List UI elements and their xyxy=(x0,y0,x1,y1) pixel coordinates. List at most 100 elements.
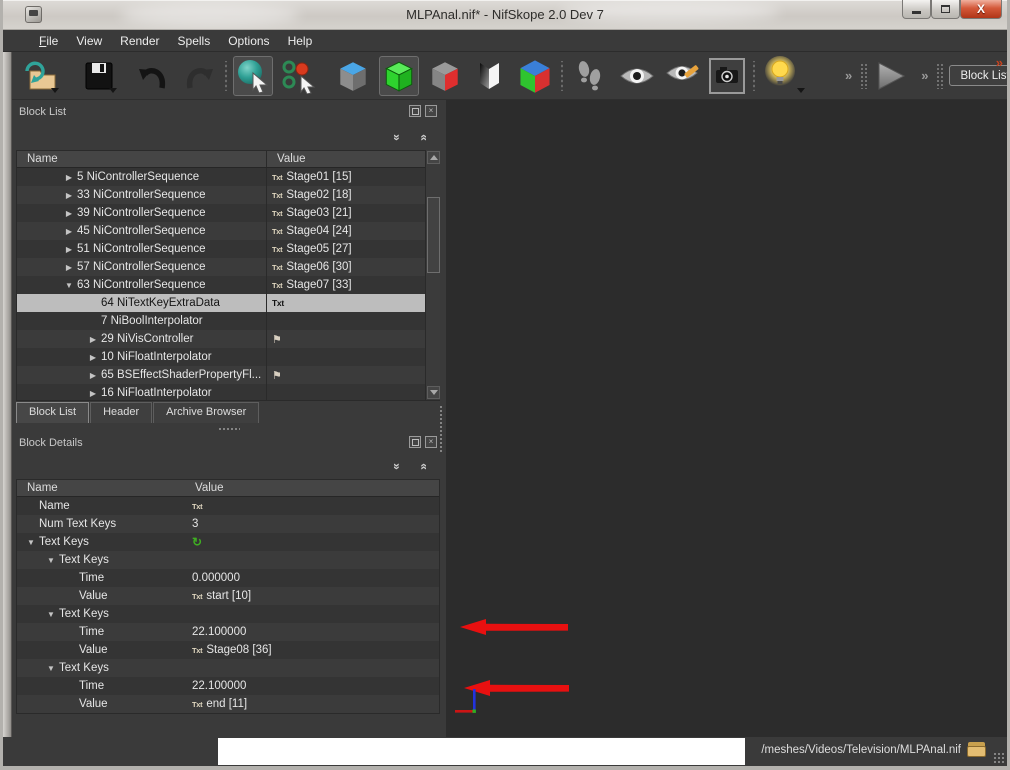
scroll-down-button[interactable] xyxy=(427,386,440,399)
dock-viewport-splitter[interactable] xyxy=(439,405,444,453)
play-button[interactable] xyxy=(871,56,911,96)
table-row[interactable]: 64 NiTextKeyExtraData Txt xyxy=(17,294,439,312)
table-row[interactable]: ▶ 33 NiControllerSequence Txt Stage02 [1… xyxy=(17,186,439,204)
table-row[interactable]: 7 NiBoolInterpolator xyxy=(17,312,439,330)
rgb-cube-button[interactable] xyxy=(515,56,555,96)
tab-block-list[interactable]: Block List xyxy=(16,402,89,423)
maximize-button[interactable] xyxy=(931,0,960,19)
table-row[interactable]: ▶ 65 BSEffectShaderPropertyFl... ⚑ xyxy=(17,366,439,384)
menu-render[interactable]: Render xyxy=(111,32,168,50)
table-row[interactable]: ▶ 45 NiControllerSequence Txt Stage04 [2… xyxy=(17,222,439,240)
expander-icon[interactable]: ▶ xyxy=(61,209,77,218)
table-row[interactable]: ▶ 39 NiControllerSequence Txt Stage03 [2… xyxy=(17,204,439,222)
column-header-name[interactable]: Name xyxy=(17,151,267,167)
green-cube-button[interactable] xyxy=(379,56,419,96)
table-row[interactable]: ▼ Text Keys xyxy=(17,551,439,569)
table-row[interactable]: Time 22.100000 xyxy=(17,677,439,695)
vertical-scrollbar[interactable] xyxy=(425,150,440,400)
scroll-up-button[interactable] xyxy=(427,151,440,164)
save-button[interactable] xyxy=(79,56,119,96)
open-folder-button[interactable] xyxy=(967,742,987,758)
table-row[interactable]: Value Txt end [11] xyxy=(17,695,439,713)
toolbar-extension-icon[interactable]: » xyxy=(845,68,852,83)
axis-origin-dot xyxy=(473,710,476,713)
tab-archive-browser[interactable]: Archive Browser xyxy=(153,402,259,423)
collapse-down-button[interactable]: » xyxy=(390,130,405,145)
tab-header[interactable]: Header xyxy=(90,402,152,423)
screenshot-button[interactable] xyxy=(707,56,747,96)
minimize-button[interactable] xyxy=(902,0,931,19)
collapse-down-button[interactable]: » xyxy=(390,459,405,474)
expander-icon[interactable]: ▼ xyxy=(43,556,59,565)
expander-icon[interactable]: ▶ xyxy=(61,191,77,200)
toolbar-overflow-icon[interactable]: » xyxy=(996,55,1003,70)
expander-icon[interactable]: ▼ xyxy=(43,664,59,673)
table-row[interactable]: ▶ 16 NiFloatInterpolator xyxy=(17,384,439,401)
column-header-value[interactable]: Value xyxy=(267,151,306,167)
resize-grip[interactable] xyxy=(993,752,1005,764)
menu-help[interactable]: Help xyxy=(279,32,322,50)
lighting-button[interactable] xyxy=(761,56,801,96)
panel-splitter-handle[interactable] xyxy=(218,427,240,432)
select-vertex-button[interactable] xyxy=(279,56,319,96)
expander-icon[interactable]: ▼ xyxy=(43,610,59,619)
red-cube-button[interactable] xyxy=(425,56,465,96)
select-object-button[interactable] xyxy=(233,56,273,96)
undo-button[interactable] xyxy=(133,56,173,96)
collapse-up-button[interactable]: » xyxy=(415,130,430,145)
normals-button[interactable] xyxy=(469,56,509,96)
expander-icon[interactable]: ▶ xyxy=(61,227,77,236)
expander-icon[interactable]: ▶ xyxy=(85,371,101,380)
table-row[interactable]: ▶ 5 NiControllerSequence Txt Stage01 [15… xyxy=(17,168,439,186)
expander-icon[interactable]: ▶ xyxy=(61,245,77,254)
table-header[interactable]: Name Value xyxy=(17,480,439,497)
collapsed-dock-strip[interactable] xyxy=(3,52,12,766)
table-row[interactable]: ▶ 29 NiVisController ⚑ xyxy=(17,330,439,348)
table-row[interactable]: ▶ 10 NiFloatInterpolator xyxy=(17,348,439,366)
table-row[interactable]: Num Text Keys 3 xyxy=(17,515,439,533)
redo-button[interactable] xyxy=(179,56,219,96)
expander-icon[interactable]: ▶ xyxy=(61,263,77,272)
table-row[interactable]: ▼ Text Keys xyxy=(17,605,439,623)
collapse-up-button[interactable]: » xyxy=(415,459,430,474)
table-row[interactable]: Value Txt Stage08 [36] xyxy=(17,641,439,659)
table-header[interactable]: Name Value xyxy=(17,151,439,168)
menu-options[interactable]: Options xyxy=(219,32,278,50)
expander-icon[interactable]: ▶ xyxy=(61,173,77,182)
column-header-value[interactable]: Value xyxy=(185,480,224,496)
expander-icon[interactable]: ▶ xyxy=(85,389,101,398)
float-panel-button[interactable] xyxy=(409,436,421,448)
show-hidden-button[interactable] xyxy=(617,56,657,96)
menu-file[interactable]: File xyxy=(30,32,67,50)
close-panel-button[interactable]: × xyxy=(425,436,437,448)
table-row[interactable]: Name Txt xyxy=(17,497,439,515)
open-button[interactable] xyxy=(21,56,61,96)
menu-view[interactable]: View xyxy=(67,32,111,50)
expander-icon[interactable]: ▼ xyxy=(61,281,77,290)
column-header-name[interactable]: Name xyxy=(17,480,185,496)
render-viewport[interactable] xyxy=(446,100,1010,737)
float-panel-button[interactable] xyxy=(409,105,421,117)
visibility-edit-button[interactable] xyxy=(663,56,703,96)
table-row[interactable]: Time 0.000000 xyxy=(17,569,439,587)
expander-icon[interactable]: ▼ xyxy=(23,538,39,547)
toolbar-extension-icon[interactable]: » xyxy=(921,68,928,83)
toolbar-drag-handle[interactable] xyxy=(936,63,943,89)
table-row[interactable]: ▼ 63 NiControllerSequence Txt Stage07 [3… xyxy=(17,276,439,294)
toolbar-drag-handle[interactable] xyxy=(860,63,867,89)
table-row[interactable]: ▶ 57 NiControllerSequence Txt Stage06 [3… xyxy=(17,258,439,276)
menu-spells[interactable]: Spells xyxy=(169,32,220,50)
expander-icon[interactable]: ▶ xyxy=(85,353,101,362)
table-row[interactable]: Value Txt start [10] xyxy=(17,587,439,605)
title-bar[interactable]: MLPAnal.nif* - NifSkope 2.0 Dev 7 X xyxy=(0,0,1010,30)
table-row[interactable]: ▼ Text Keys ↻ xyxy=(17,533,439,551)
close-button[interactable]: X xyxy=(960,0,1002,19)
expander-icon[interactable]: ▶ xyxy=(85,335,101,344)
table-row[interactable]: Time 22.100000 xyxy=(17,623,439,641)
walk-button[interactable] xyxy=(569,56,609,96)
table-row[interactable]: ▶ 51 NiControllerSequence Txt Stage05 [2… xyxy=(17,240,439,258)
scrollbar-thumb[interactable] xyxy=(427,197,440,273)
table-row[interactable]: ▼ Text Keys xyxy=(17,659,439,677)
bg-cube-button[interactable] xyxy=(333,56,373,96)
close-panel-button[interactable]: × xyxy=(425,105,437,117)
